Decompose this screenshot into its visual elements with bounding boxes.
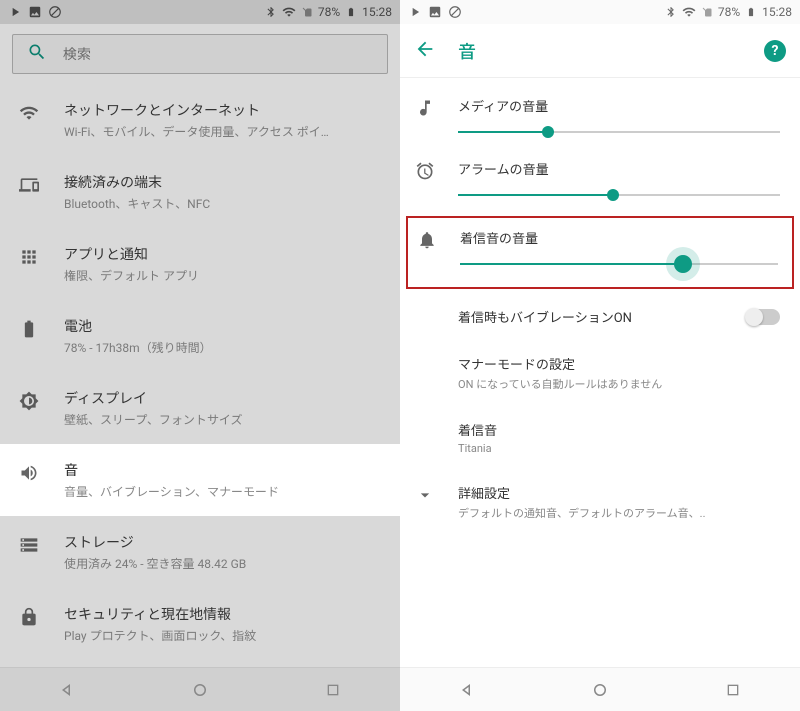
item-title: ネットワークとインターネット xyxy=(64,100,382,120)
battery-icon xyxy=(744,5,758,19)
volume-icon xyxy=(18,462,40,484)
no-rotate-icon xyxy=(448,5,462,19)
lock-icon xyxy=(18,606,40,628)
item-title: セキュリティと現在地情報 xyxy=(64,604,382,624)
ringtone-row[interactable]: 着信音 Titania xyxy=(400,406,800,469)
setting-sub: デフォルトの通知音、デフォルトのアラーム音、.. xyxy=(458,505,780,521)
dnd-row[interactable]: マナーモードの設定 ON になっている自動ルールはありません xyxy=(400,340,800,406)
nav-home-button[interactable] xyxy=(190,680,210,700)
setting-title: マナーモードの設定 xyxy=(458,354,780,373)
help-icon[interactable]: ? xyxy=(764,40,786,62)
item-title: 音 xyxy=(64,460,382,480)
search-placeholder: 検索 xyxy=(63,44,91,64)
no-sim-icon xyxy=(700,5,714,19)
image-icon xyxy=(428,5,442,19)
status-bar: 78% 15:28 xyxy=(0,0,400,24)
setting-title: 着信音 xyxy=(458,420,780,439)
battery-icon xyxy=(18,318,40,340)
apps-icon xyxy=(18,246,40,268)
sound-list: メディアの音量 アラームの音量 着信音の音量 xyxy=(400,78,800,535)
bell-icon xyxy=(416,228,438,271)
nav-bar xyxy=(0,667,400,711)
item-title: 接続済みの端末 xyxy=(64,172,382,192)
media-volume-row: メディアの音量 xyxy=(400,86,800,149)
slider-label: 着信音の音量 xyxy=(460,228,778,247)
bluetooth-icon xyxy=(664,5,678,19)
back-icon[interactable] xyxy=(414,38,436,64)
item-sub: 音量、バイブレーション、マナーモード xyxy=(64,483,382,500)
nav-recent-button[interactable] xyxy=(323,680,343,700)
search-box[interactable]: 検索 xyxy=(12,34,388,74)
play-icon xyxy=(8,5,22,19)
alarm-volume-row: アラームの音量 xyxy=(400,149,800,212)
settings-item-security[interactable]: セキュリティと現在地情報 Play プロテクト、画面ロック、指紋 xyxy=(0,588,400,660)
search-icon xyxy=(27,42,47,66)
slider-label: アラームの音量 xyxy=(458,159,780,178)
nav-back-button[interactable] xyxy=(57,680,77,700)
vibrate-switch[interactable] xyxy=(746,309,780,325)
item-sub: 78% - 17h38m（残り時間） xyxy=(64,339,382,356)
item-title: アプリと通知 xyxy=(64,244,382,264)
vibrate-on-ring-row[interactable]: 着信時もバイブレーションON xyxy=(400,293,800,340)
wifi-icon xyxy=(682,5,696,19)
ring-volume-row: 着信音の音量 xyxy=(406,216,794,289)
settings-item-network[interactable]: ネットワークとインターネット Wi-Fi、モバイル、データ使用量、アクセス ポイ… xyxy=(0,84,400,156)
ring-volume-slider[interactable] xyxy=(460,257,778,271)
settings-list: ネットワークとインターネット Wi-Fi、モバイル、データ使用量、アクセス ポイ… xyxy=(0,84,400,660)
image-icon xyxy=(28,5,42,19)
alarm-icon xyxy=(414,159,436,202)
chevron-down-icon xyxy=(414,483,436,505)
nav-recent-button[interactable] xyxy=(723,680,743,700)
wifi-icon xyxy=(282,5,296,19)
settings-item-battery[interactable]: 電池 78% - 17h38m（残り時間） xyxy=(0,300,400,372)
battery-icon xyxy=(344,5,358,19)
settings-item-display[interactable]: ディスプレイ 壁紙、スリープ、フォントサイズ xyxy=(0,372,400,444)
settings-item-apps[interactable]: アプリと通知 権限、デフォルト アプリ xyxy=(0,228,400,300)
bluetooth-icon xyxy=(264,5,278,19)
media-volume-slider[interactable] xyxy=(458,125,780,139)
item-sub: Play プロテクト、画面ロック、指紋 xyxy=(64,627,382,644)
brightness-icon xyxy=(18,390,40,412)
no-sim-icon xyxy=(300,5,314,19)
item-sub: 使用済み 24% - 空き容量 48.42 GB xyxy=(64,555,382,572)
no-rotate-icon xyxy=(48,5,62,19)
devices-icon xyxy=(18,174,40,196)
advanced-row[interactable]: 詳細設定 デフォルトの通知音、デフォルトのアラーム音、.. xyxy=(400,469,800,535)
page-title: 音 xyxy=(458,38,742,64)
sound-settings-screen: 78% 15:28 音 ? メディアの音量 アラームの音量 xyxy=(400,0,800,711)
battery-percent: 78% xyxy=(318,5,340,19)
item-sub: 壁紙、スリープ、フォントサイズ xyxy=(64,411,382,428)
nav-home-button[interactable] xyxy=(590,680,610,700)
music-note-icon xyxy=(414,96,436,139)
play-icon xyxy=(408,5,422,19)
battery-percent: 78% xyxy=(718,5,740,19)
wifi-icon xyxy=(18,102,40,124)
item-title: ディスプレイ xyxy=(64,388,382,408)
item-title: 電池 xyxy=(64,316,382,336)
status-bar: 78% 15:28 xyxy=(400,0,800,24)
settings-item-sound[interactable]: 音 音量、バイブレーション、マナーモード xyxy=(0,444,400,516)
setting-sub: Titania xyxy=(458,442,780,455)
settings-item-storage[interactable]: ストレージ 使用済み 24% - 空き容量 48.42 GB xyxy=(0,516,400,588)
item-sub: Bluetooth、キャスト、NFC xyxy=(64,195,382,212)
setting-title: 詳細設定 xyxy=(458,483,780,502)
nav-bar xyxy=(400,667,800,711)
clock: 15:28 xyxy=(362,5,392,19)
setting-sub: ON になっている自動ルールはありません xyxy=(458,376,780,392)
slider-label: メディアの音量 xyxy=(458,96,780,115)
nav-back-button[interactable] xyxy=(457,680,477,700)
settings-item-devices[interactable]: 接続済みの端末 Bluetooth、キャスト、NFC xyxy=(0,156,400,228)
item-sub: 権限、デフォルト アプリ xyxy=(64,267,382,284)
storage-icon xyxy=(18,534,40,556)
setting-title: 着信時もバイブレーションON xyxy=(458,307,736,326)
alarm-volume-slider[interactable] xyxy=(458,188,780,202)
clock: 15:28 xyxy=(762,5,792,19)
settings-main-screen: 78% 15:28 検索 ネットワークとインターネット Wi-Fi、モバイル、デ… xyxy=(0,0,400,711)
item-sub: Wi-Fi、モバイル、データ使用量、アクセス ポイ… xyxy=(64,123,382,140)
app-bar: 音 ? xyxy=(400,24,800,78)
item-title: ストレージ xyxy=(64,532,382,552)
